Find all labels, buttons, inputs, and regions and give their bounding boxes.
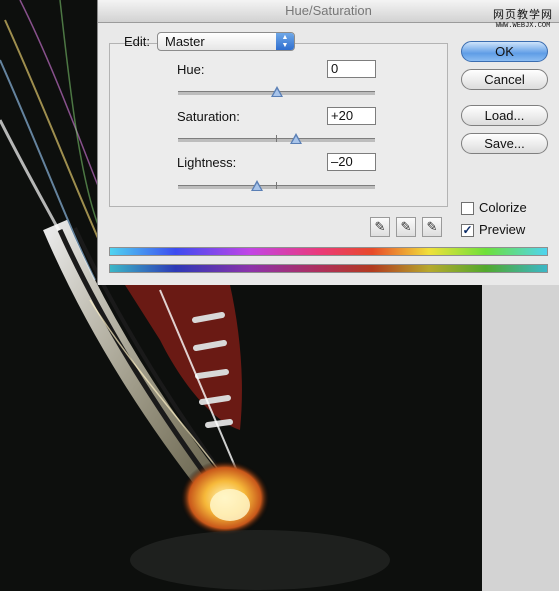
saturation-slider-thumb[interactable] <box>290 133 303 144</box>
watermark-line2: WWW.WEBJX.COM <box>495 22 551 30</box>
hue-field[interactable]: 0 <box>327 60 376 78</box>
hue-saturation-dialog: Hue/Saturation Edit: Master ▲ ▼ Hue: 0 Sa… <box>97 0 559 285</box>
eyedropper-icon[interactable]: ✎ <box>370 217 390 237</box>
edit-label: Edit: <box>124 34 151 49</box>
lightness-field[interactable]: –20 <box>327 153 376 171</box>
popup-arrows-icon: ▲ ▼ <box>276 33 294 50</box>
edit-popup[interactable]: Master ▲ ▼ <box>157 32 295 51</box>
hue-label: Hue: <box>177 62 205 77</box>
watermark: 网页教学网 WWW.WEBJX.COM <box>493 6 553 30</box>
dialog-title: Hue/Saturation <box>98 0 559 23</box>
eyedropper-plus-icon[interactable]: ✎ <box>396 217 416 237</box>
canvas-gray-area <box>482 285 559 591</box>
edit-popup-value: Master <box>165 34 205 49</box>
adjustment-panel <box>109 43 448 207</box>
lightness-slider[interactable] <box>178 180 375 191</box>
eyedropper-minus-icon[interactable]: ✎ <box>422 217 442 237</box>
saturation-field[interactable]: +20 <box>327 107 376 125</box>
hue-slider-thumb[interactable] <box>270 86 283 97</box>
hue-slider[interactable] <box>178 86 375 97</box>
lightness-label: Lightness: <box>177 155 237 170</box>
load-button[interactable]: Load... <box>461 105 548 126</box>
colorize-checkbox[interactable] <box>461 202 474 215</box>
lightness-slider-thumb[interactable] <box>250 180 263 191</box>
cancel-button[interactable]: Cancel <box>461 69 548 90</box>
output-hue-bar <box>109 264 548 273</box>
saturation-center-tick <box>276 135 277 142</box>
save-button[interactable]: Save... <box>461 133 548 154</box>
saturation-slider[interactable] <box>178 133 375 144</box>
ok-button[interactable]: OK <box>461 41 548 62</box>
input-hue-bar <box>109 247 548 256</box>
watermark-line1: 网页教学网 <box>493 8 553 21</box>
preview-label: Preview <box>479 222 526 237</box>
colorize-label: Colorize <box>479 200 527 215</box>
preview-checkbox[interactable]: ✓ <box>461 224 474 237</box>
lightness-center-tick <box>276 182 277 189</box>
saturation-label: Saturation: <box>177 109 240 124</box>
